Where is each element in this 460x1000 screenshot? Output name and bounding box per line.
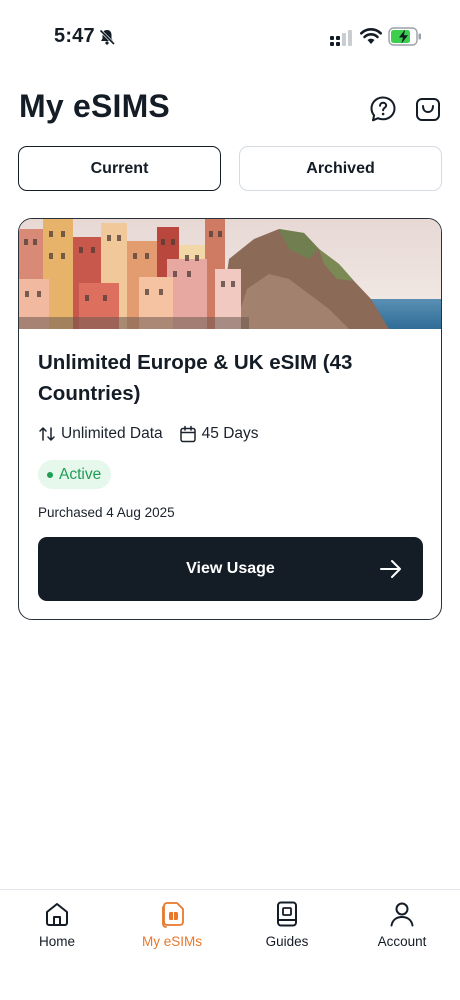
- nav-my-esims-label: My eSIMs: [141, 934, 202, 949]
- plan-title: Unlimited Europe & UK eSIM (43 Countries…: [38, 351, 353, 405]
- nav-home-label: Home: [38, 934, 75, 949]
- data-allowance: Unlimited Data: [61, 425, 163, 442]
- wifi-icon: [360, 28, 382, 44]
- battery-charging-icon: [388, 27, 421, 46]
- guide-book-icon: [277, 901, 297, 927]
- status-bar: 5:47: [0, 0, 460, 70]
- view-usage-label: View Usage: [186, 560, 275, 577]
- person-icon: [390, 902, 414, 927]
- arrow-right-icon: [380, 560, 401, 578]
- nav-home[interactable]: Home: [7, 900, 107, 949]
- purchase-date: Purchased 4 Aug 2025: [38, 505, 175, 520]
- nav-account[interactable]: Account: [352, 900, 452, 949]
- status-dot: [47, 471, 53, 478]
- data-transfer-icon: [39, 427, 55, 441]
- tab-current-label: Current: [90, 159, 149, 177]
- nav-account-label: Account: [377, 934, 427, 949]
- nav-my-esims[interactable]: My eSIMs: [122, 900, 222, 949]
- view-usage-button[interactable]: View Usage: [38, 537, 423, 601]
- status-badge: Active: [38, 460, 112, 489]
- tab-current[interactable]: Current: [18, 146, 221, 191]
- nav-guides[interactable]: Guides: [237, 900, 337, 949]
- destination-photo: [19, 219, 441, 329]
- esim-icon: [162, 902, 184, 928]
- tab-archived-label: Archived: [306, 159, 375, 177]
- bell-muted-icon: [99, 29, 116, 46]
- plan-duration: 45 Days: [201, 425, 259, 442]
- shopping-bag-icon[interactable]: [414, 95, 442, 123]
- tab-archived[interactable]: Archived: [239, 146, 442, 191]
- cell-signal-icon: [330, 30, 352, 46]
- status-time: 5:47: [54, 25, 95, 47]
- calendar-icon: [179, 425, 196, 443]
- plan-meta: Unlimited Data 45 Days: [38, 425, 259, 443]
- status-label: Active: [59, 465, 102, 483]
- esim-card[interactable]: Unlimited Europe & UK eSIM (43 Countries…: [18, 218, 442, 620]
- bottom-nav: Home My eSIMs Guides Account: [0, 889, 460, 1000]
- home-icon: [46, 903, 68, 926]
- help-icon[interactable]: [369, 95, 397, 123]
- page-title: My eSIMS: [19, 88, 170, 124]
- nav-guides-label: Guides: [265, 934, 309, 949]
